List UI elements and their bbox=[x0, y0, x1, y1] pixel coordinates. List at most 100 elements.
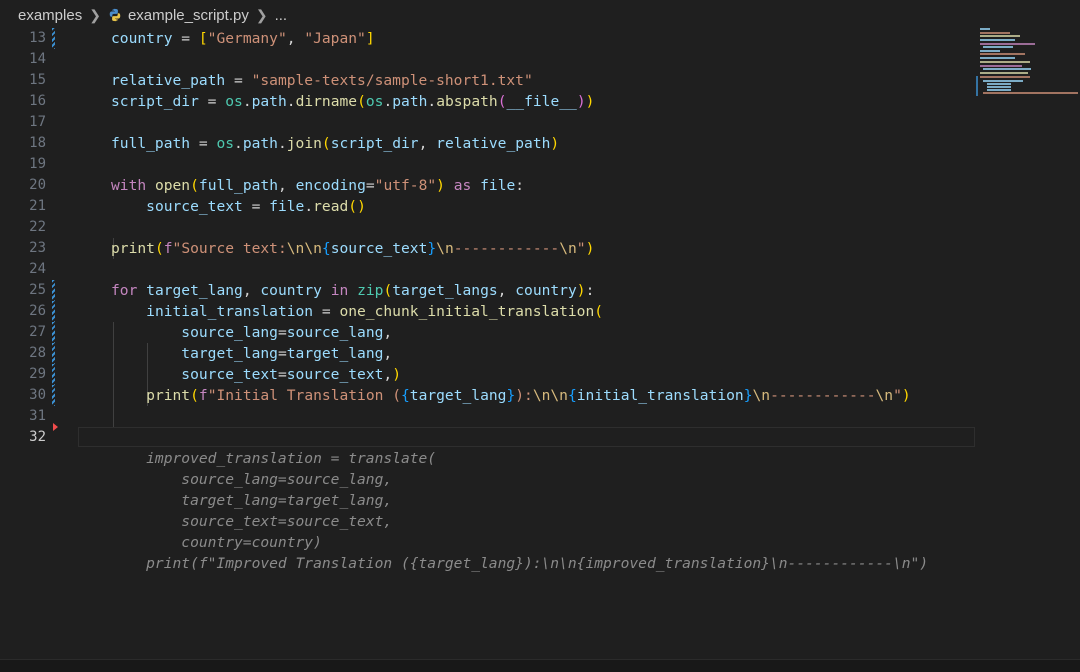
code-line[interactable]: 26 initial_translation = one_chunk_initi… bbox=[0, 301, 975, 322]
code-token: . bbox=[277, 135, 287, 152]
code-token: , bbox=[242, 282, 261, 299]
code-line[interactable]: 13 country = ["Germany", "Japan"] bbox=[0, 28, 975, 49]
line-number: 18 bbox=[29, 135, 46, 151]
code-token: script_dir bbox=[330, 135, 419, 152]
modified-line-indicator[interactable] bbox=[52, 343, 55, 364]
code-token: source_text bbox=[146, 198, 243, 215]
line-number: 19 bbox=[29, 156, 46, 172]
code-token: ( bbox=[190, 387, 199, 404]
code-line[interactable]: 14 bbox=[0, 49, 975, 70]
code-token: = bbox=[172, 30, 199, 47]
code-token: \n bbox=[436, 240, 454, 257]
code-line[interactable]: 15 relative_path = "sample-texts/sample-s… bbox=[0, 70, 975, 91]
code-token: } bbox=[743, 387, 753, 404]
code-line[interactable]: 21 source_text = file.read() bbox=[0, 196, 975, 217]
code-line[interactable]: 22 bbox=[0, 217, 975, 238]
line-number: 28 bbox=[29, 345, 46, 361]
minimap[interactable] bbox=[975, 28, 1080, 128]
code-token: source_lang bbox=[286, 324, 384, 341]
modified-line-indicator[interactable] bbox=[52, 28, 55, 49]
suggestion-text: print(f"Improved Translation ({target_la… bbox=[111, 555, 929, 572]
code-token: read bbox=[313, 198, 349, 215]
code-text: initial_translation = one_chunk_initial_… bbox=[111, 301, 603, 322]
chevron-right-icon: ❯ bbox=[89, 6, 101, 23]
code-line[interactable]: 19 bbox=[0, 154, 975, 175]
breadcrumb-file[interactable]: example_script.py bbox=[128, 7, 249, 24]
code-token: in bbox=[330, 282, 349, 299]
code-token: target_lang bbox=[409, 387, 507, 404]
code-line[interactable]: 25 for target_lang, country in zip(target… bbox=[0, 280, 975, 301]
code-token: encoding bbox=[295, 177, 366, 194]
code-line[interactable]: 29 source_text=source_text,) bbox=[0, 364, 975, 385]
code-token: full_path bbox=[111, 135, 191, 152]
modified-line-indicator[interactable] bbox=[52, 301, 55, 322]
code-token: } bbox=[427, 240, 437, 257]
code-token: print bbox=[146, 387, 191, 404]
code-editor[interactable]: 13 country = ["Germany", "Japan"] 14 15 rela… bbox=[0, 28, 975, 648]
code-token: . bbox=[383, 93, 393, 110]
line-number: 26 bbox=[29, 303, 46, 319]
code-token: . bbox=[242, 93, 252, 110]
code-token: country bbox=[111, 30, 173, 47]
code-token: "Source text: bbox=[172, 240, 287, 257]
code-line[interactable]: 32 bbox=[0, 423, 975, 448]
code-token: script_dir bbox=[111, 93, 199, 110]
code-token: \n bbox=[875, 387, 894, 404]
code-token: initial_translation bbox=[576, 387, 744, 404]
suggestion-line: country=country) bbox=[0, 532, 975, 553]
code-token: " bbox=[576, 240, 586, 257]
modified-line-indicator[interactable] bbox=[52, 322, 55, 343]
code-token: () bbox=[348, 198, 366, 215]
code-token: source_text bbox=[181, 366, 278, 383]
code-text: with open(full_path, encoding="utf-8") a… bbox=[111, 175, 524, 196]
code-line[interactable]: 31 bbox=[0, 406, 975, 427]
code-line[interactable]: 30 print(f"Initial Translation ({target_… bbox=[0, 385, 975, 406]
code-token: full_path bbox=[198, 177, 278, 194]
code-token: , bbox=[383, 345, 393, 362]
current-line-highlight bbox=[78, 427, 975, 447]
code-token: : bbox=[585, 282, 595, 299]
code-token: os bbox=[216, 135, 235, 152]
code-token: = bbox=[365, 177, 375, 194]
code-line[interactable]: 27 source_lang=source_lang, bbox=[0, 322, 975, 343]
line-number: 23 bbox=[29, 240, 46, 256]
code-line[interactable]: 20 with open(full_path, encoding="utf-8")… bbox=[0, 175, 975, 196]
modified-line-indicator[interactable] bbox=[52, 364, 55, 385]
code-token: path bbox=[251, 93, 287, 110]
breadcrumb-folder[interactable]: examples bbox=[18, 7, 82, 24]
breadcrumb: examples ❯ example_script.py ❯ ... bbox=[0, 0, 1080, 30]
code-line[interactable]: 16 script_dir = os.path.dirname(os.path.a… bbox=[0, 91, 975, 112]
code-token: print bbox=[111, 240, 155, 257]
code-line[interactable]: 24 bbox=[0, 259, 975, 280]
code-token: . bbox=[304, 198, 314, 215]
code-line[interactable]: 18 full_path = os.path.join(script_dir, r… bbox=[0, 133, 975, 154]
code-token: ( bbox=[154, 240, 164, 257]
deleted-line-marker-icon[interactable] bbox=[53, 423, 58, 431]
code-token: \n\n bbox=[532, 387, 568, 404]
code-token: target_lang bbox=[286, 345, 384, 362]
modified-line-indicator[interactable] bbox=[52, 280, 55, 301]
suggestion-text: target_lang=target_lang, bbox=[111, 492, 393, 509]
code-token: . bbox=[286, 93, 296, 110]
code-token: = bbox=[313, 303, 340, 320]
code-text: for target_lang, country in zip(target_l… bbox=[111, 280, 594, 301]
code-token: for bbox=[111, 282, 138, 299]
code-text: source_lang=source_lang, bbox=[111, 322, 392, 343]
line-number: 29 bbox=[29, 366, 46, 382]
line-number: 30 bbox=[29, 387, 46, 403]
status-bar bbox=[0, 659, 1080, 672]
code-line[interactable]: 23 print(f"Source text:\n\n{source_text}\… bbox=[0, 238, 975, 259]
code-token: country bbox=[260, 282, 322, 299]
suggestion-text: source_lang=source_lang, bbox=[111, 471, 393, 488]
code-line[interactable]: 17 bbox=[0, 112, 975, 133]
code-line[interactable]: 28 target_lang=target_lang, bbox=[0, 343, 975, 364]
breadcrumb-more[interactable]: ... bbox=[275, 7, 288, 24]
code-token: source_text bbox=[286, 366, 384, 383]
modified-line-indicator[interactable] bbox=[52, 385, 55, 406]
code-token: country bbox=[515, 282, 577, 299]
code-token: "Japan" bbox=[304, 30, 366, 47]
